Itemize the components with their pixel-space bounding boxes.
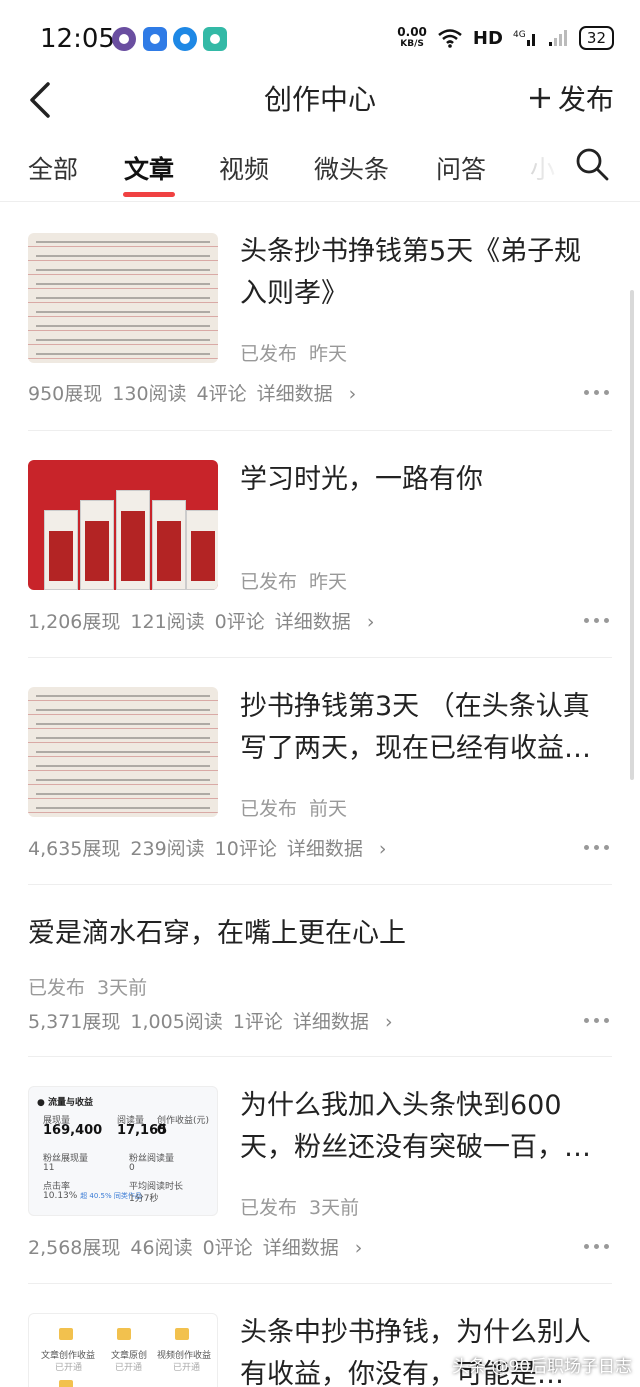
- signal-icon: [548, 30, 567, 46]
- publish-label: 发布: [557, 83, 614, 116]
- article-item[interactable]: ● 流量与收益 展现量 阅读量 创作收益(元) 169,400 17,165 0…: [28, 1057, 612, 1284]
- publish-status: 已发布 昨天: [240, 343, 348, 365]
- tab-articles[interactable]: 文章: [124, 150, 174, 186]
- publish-button[interactable]: 发布: [528, 78, 614, 118]
- more-options-icon[interactable]: [584, 615, 610, 625]
- thumb-header: ● 流量与收益: [37, 1098, 94, 1108]
- tab-videos[interactable]: 视频: [219, 150, 269, 186]
- detail-data-link[interactable]: 详细数据 ›: [293, 1011, 393, 1033]
- detail-data-link[interactable]: 详细数据 ›: [263, 1237, 363, 1259]
- article-stats: 4,635展现 239阅读 10评论 详细数据 ›: [28, 838, 387, 860]
- publish-status: 已发布 3天前: [240, 1197, 360, 1219]
- battery-indicator: 32: [578, 26, 614, 50]
- tab-bar: 全部 文章 视频 微头条 问答 小: [0, 132, 640, 202]
- status-time: 12:05: [40, 24, 115, 54]
- article-thumbnail: 文章创作收益 文章原创 视频创作收益 已开通 已开通 已开通: [28, 1313, 218, 1387]
- tab-all[interactable]: 全部: [28, 150, 78, 186]
- wifi-icon: [438, 29, 462, 48]
- article-title: 学习时光，一路有你: [240, 464, 483, 495]
- article-thumbnail: [28, 460, 218, 590]
- article-item[interactable]: 爱是滴水石穿，在嘴上更在心上 已发布 3天前 5,371展现 1,005阅读 1评论详…: [28, 885, 612, 1057]
- article-title: 头条抄书挣钱第5天《弟子规 入则孝》: [240, 236, 582, 309]
- infinity-app-icon: [143, 27, 167, 51]
- article-title: 为什么我加入头条快到600天，粉丝还没有突破一百，…: [240, 1090, 591, 1163]
- signal-4g-icon: 4G: [513, 30, 535, 46]
- article-item[interactable]: 头条抄书挣钱第5天《弟子规 入则孝》 已发布 昨天 950展现 130阅读 4评论 详细…: [28, 203, 612, 431]
- watermark: 头条 @90后职场子日志: [452, 1357, 633, 1377]
- article-stats: 1,206展现 121阅读 0评论 详细数据 ›: [28, 611, 375, 633]
- publish-status: 已发布 前天: [240, 798, 348, 820]
- article-item[interactable]: 学习时光，一路有你 已发布 昨天 1,206展现 121阅读 0评论 详细数据 ›: [28, 431, 612, 658]
- more-options-icon[interactable]: [584, 1015, 610, 1025]
- tab-fade: [505, 132, 565, 200]
- more-options-icon[interactable]: [584, 1241, 610, 1251]
- article-stats: 2,568展现 46阅读 0评论 详细数据 ›: [28, 1237, 363, 1259]
- status-bar: 12:05 0.00 KB/S HD 4G 32: [0, 0, 640, 70]
- scrollbar[interactable]: [630, 290, 634, 780]
- detail-data-link[interactable]: 详细数据 ›: [287, 838, 387, 860]
- hd-label: HD: [472, 27, 503, 49]
- article-stats: 950展现 130阅读 4评论 详细数据 ›: [28, 383, 357, 405]
- article-title: 抄书挣钱第3天 （在头条认真写了两天，现在已经有收益…: [240, 691, 591, 764]
- network-label: 4G: [513, 30, 526, 40]
- tab-qa[interactable]: 问答: [436, 150, 486, 186]
- nav-bar: 创作中心 发布: [0, 70, 640, 132]
- detail-data-link[interactable]: 详细数据 ›: [275, 611, 375, 633]
- active-tab-indicator: [123, 192, 175, 197]
- browser-app-icon: [173, 27, 197, 51]
- app-notification-icon: [112, 27, 136, 51]
- article-thumbnail: [28, 687, 218, 817]
- more-options-icon[interactable]: [584, 842, 610, 852]
- article-thumbnail: ● 流量与收益 展现量 阅读量 创作收益(元) 169,400 17,165 0…: [28, 1086, 218, 1216]
- search-icon[interactable]: [574, 146, 610, 182]
- tab-micro-posts[interactable]: 微头条: [314, 150, 389, 186]
- article-title: 爱是滴水石穿，在嘴上更在心上: [28, 918, 406, 949]
- chat-app-icon: [203, 27, 227, 51]
- plus-icon: [529, 88, 550, 108]
- article-thumbnail: [28, 233, 218, 363]
- publish-status: 已发布 3天前: [28, 977, 148, 999]
- article-item[interactable]: 抄书挣钱第3天 （在头条认真写了两天，现在已经有收益… 已发布 前天 4,635展…: [28, 658, 612, 885]
- more-options-icon[interactable]: [584, 387, 610, 397]
- publish-status: 已发布 昨天: [240, 571, 348, 593]
- article-stats: 5,371展现 1,005阅读 1评论 详细数据 ›: [28, 1011, 393, 1033]
- net-speed: 0.00 KB/S: [397, 25, 427, 49]
- detail-data-link[interactable]: 详细数据 ›: [257, 383, 357, 405]
